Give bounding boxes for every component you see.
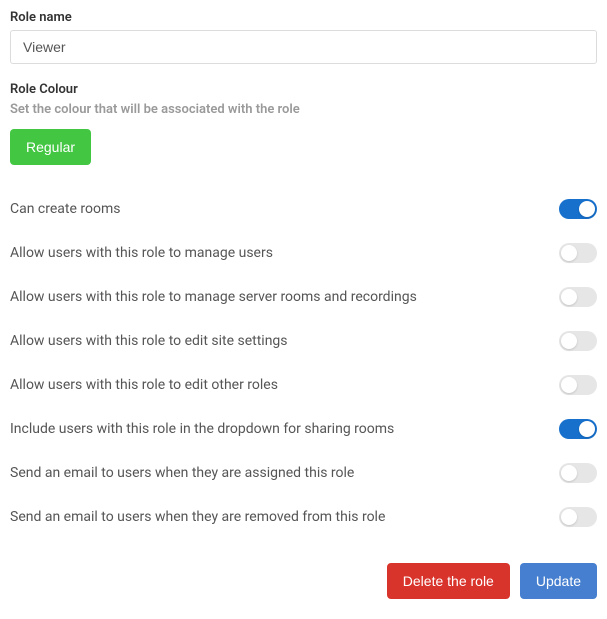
permission-row: Send an email to users when they are rem… — [10, 495, 597, 539]
permission-row: Allow users with this role to manage use… — [10, 231, 597, 275]
permission-label: Allow users with this role to manage ser… — [10, 289, 417, 305]
update-button[interactable]: Update — [520, 563, 597, 599]
permission-label: Can create rooms — [10, 201, 120, 217]
permission-label: Allow users with this role to edit site … — [10, 333, 288, 349]
permission-toggle-email-removed[interactable] — [559, 507, 597, 527]
permission-toggle-email-assigned[interactable] — [559, 463, 597, 483]
permission-toggle-share-dropdown[interactable] — [559, 419, 597, 439]
permission-row: Send an email to users when they are ass… — [10, 451, 597, 495]
actions-row: Delete the role Update — [10, 563, 597, 599]
permission-row: Can create rooms — [10, 187, 597, 231]
permission-label: Allow users with this role to manage use… — [10, 245, 273, 261]
permission-toggle-manage-users[interactable] — [559, 243, 597, 263]
permission-label: Allow users with this role to edit other… — [10, 377, 278, 393]
permission-row: Allow users with this role to edit site … — [10, 319, 597, 363]
role-name-section: Role name — [10, 10, 597, 64]
role-colour-section: Role Colour Set the colour that will be … — [10, 82, 597, 165]
role-colour-button[interactable]: Regular — [10, 129, 91, 165]
role-name-input[interactable] — [10, 30, 597, 64]
permission-toggle-manage-server-rooms[interactable] — [559, 287, 597, 307]
delete-role-button[interactable]: Delete the role — [387, 563, 510, 599]
role-name-label: Role name — [10, 10, 597, 25]
permission-toggle-edit-other-roles[interactable] — [559, 375, 597, 395]
permission-row: Include users with this role in the drop… — [10, 407, 597, 451]
permission-label: Send an email to users when they are rem… — [10, 509, 385, 525]
permission-label: Send an email to users when they are ass… — [10, 465, 354, 481]
role-colour-label: Role Colour — [10, 82, 597, 97]
permission-toggle-create-rooms[interactable] — [559, 199, 597, 219]
role-colour-help: Set the colour that will be associated w… — [10, 102, 597, 117]
permission-row: Allow users with this role to manage ser… — [10, 275, 597, 319]
permissions-list: Can create rooms Allow users with this r… — [10, 187, 597, 539]
permission-row: Allow users with this role to edit other… — [10, 363, 597, 407]
permission-toggle-edit-site-settings[interactable] — [559, 331, 597, 351]
permission-label: Include users with this role in the drop… — [10, 421, 394, 437]
